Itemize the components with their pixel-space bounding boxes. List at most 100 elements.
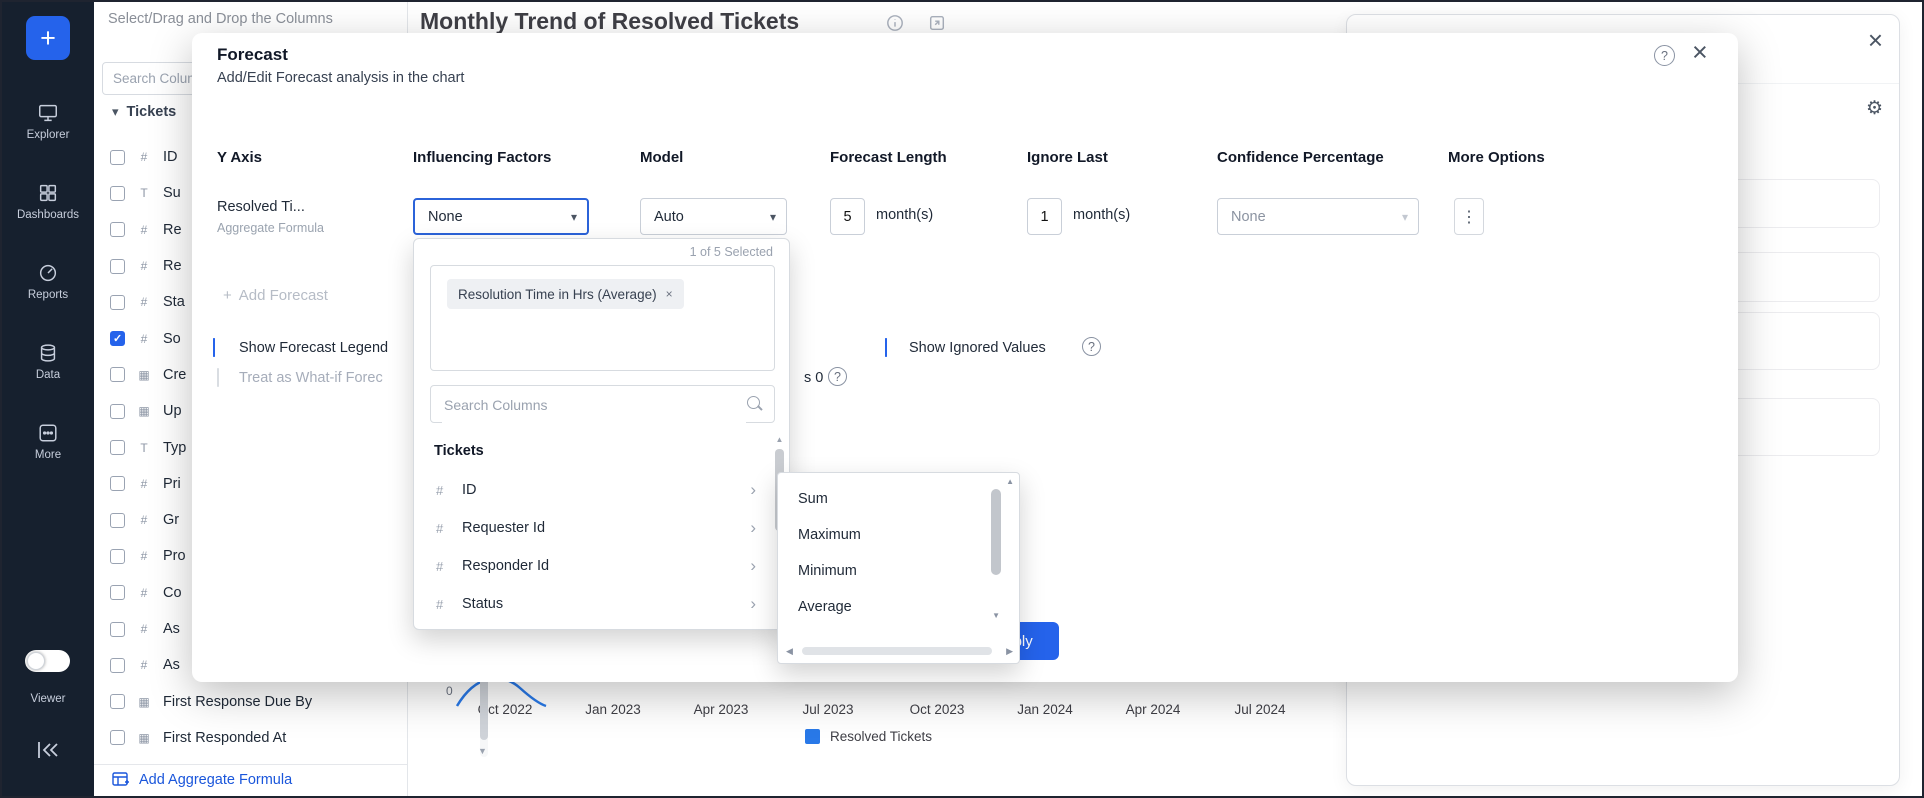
menu-item-average[interactable]: Average [778, 589, 968, 625]
close-icon[interactable]: × [1692, 39, 1708, 66]
column-row[interactable]: ▦First Response Due By [94, 683, 390, 719]
add-forecast-button[interactable]: + Add Forecast [223, 287, 328, 304]
col-header-confidence-percentage: Confidence Percentage [1217, 149, 1384, 166]
column-label: As [163, 657, 180, 673]
checkbox[interactable] [110, 513, 125, 528]
more-options-kebab-button[interactable]: ⋮ [1454, 198, 1484, 235]
x-axis-label: Jul 2024 [1234, 702, 1285, 717]
numeric-type-icon: # [136, 477, 152, 491]
checkbox[interactable] [110, 367, 125, 382]
sidebar-item-explorer[interactable]: Explorer [2, 102, 94, 141]
menu-item-sum[interactable]: Sum [778, 481, 968, 517]
dropdown-column-item[interactable]: # Requester Id › [414, 509, 774, 547]
add-forecast-label: Add Forecast [239, 287, 328, 304]
col-header-forecast-length: Forecast Length [830, 149, 947, 166]
add-aggregate-formula-button[interactable]: Add Aggregate Formula [112, 772, 292, 788]
checkbox-checked[interactable] [110, 331, 125, 346]
ignore-last-input[interactable] [1027, 198, 1062, 235]
chart-title: Monthly Trend of Resolved Tickets [420, 8, 799, 35]
sidebar-label: Data [2, 369, 94, 381]
x-axis-label: Apr 2024 [1126, 702, 1181, 717]
col-header-more-options: More Options [1448, 149, 1545, 166]
checkbox[interactable] [110, 730, 125, 745]
show-forecast-legend-checkbox[interactable] [213, 338, 215, 357]
selected-chip[interactable]: Resolution Time in Hrs (Average) × [447, 279, 684, 309]
tickets-group-label: Tickets [127, 104, 177, 120]
column-label: So [163, 331, 181, 347]
dropdown-column-item[interactable]: # ID › [414, 471, 774, 509]
sidebar-item-reports[interactable]: Reports [2, 262, 94, 301]
confidence-percentage-select[interactable]: None ▾ [1217, 198, 1419, 235]
viewer-label: Viewer [2, 693, 94, 705]
x-axis-label: Oct 2023 [910, 702, 965, 717]
database-icon [37, 342, 59, 364]
checkbox[interactable] [110, 658, 125, 673]
info-icon[interactable] [886, 14, 904, 32]
scroll-down-icon[interactable]: ▼ [478, 746, 487, 756]
scroll-left-icon[interactable]: ◀ [786, 646, 793, 657]
sidebar-item-more[interactable]: More [2, 422, 94, 461]
remove-chip-icon[interactable]: × [666, 287, 673, 301]
scroll-right-icon[interactable]: ▶ [1006, 646, 1013, 657]
scroll-up-icon[interactable]: ▲ [775, 435, 784, 444]
scrollbar-thumb[interactable] [991, 489, 1001, 575]
app-screen: Monthly Trend of Resolved Tickets Oct 20… [0, 0, 1924, 798]
column-label: Pro [163, 548, 186, 564]
checkbox[interactable] [110, 186, 125, 201]
gear-icon[interactable]: ⚙ [1866, 97, 1883, 120]
model-select[interactable]: Auto ▾ [640, 198, 787, 235]
maximize-icon[interactable] [928, 14, 946, 32]
checkbox[interactable] [110, 585, 125, 600]
forecast-length-input[interactable] [830, 198, 865, 235]
ignore-last-unit: month(s) [1073, 207, 1130, 223]
sidebar-item-data[interactable]: Data [2, 342, 94, 381]
checkbox[interactable] [110, 549, 125, 564]
app-logo-plus-button[interactable]: + [26, 16, 70, 60]
menu-item-minimum[interactable]: Minimum [778, 553, 968, 589]
dropdown-search-input[interactable] [442, 387, 746, 423]
close-icon[interactable]: × [1868, 27, 1883, 53]
viewer-toggle[interactable] [25, 650, 70, 672]
help-icon[interactable]: ? [1654, 45, 1675, 66]
checkbox[interactable] [110, 295, 125, 310]
column-label: Sta [163, 294, 185, 310]
scroll-down-icon[interactable]: ▼ [992, 611, 1000, 620]
sidebar-item-dashboards[interactable]: Dashboards [2, 182, 94, 221]
chart-legend-item[interactable]: Resolved Tickets [805, 729, 932, 744]
selected-count: 1 of 5 Selected [690, 245, 773, 259]
missing-values-label-fragment: s 0 [804, 370, 823, 386]
treat-whatif-checkbox[interactable] [217, 368, 219, 387]
help-icon[interactable]: ? [828, 367, 847, 386]
chip-label: Resolution Time in Hrs (Average) [458, 287, 657, 302]
dropdown-column-item[interactable]: # Status › [414, 585, 774, 623]
column-row[interactable]: ▦First Responded At [94, 720, 390, 756]
horizontal-scrollbar[interactable]: ◀ ▶ [786, 644, 1013, 658]
sidebar-label: Dashboards [2, 209, 94, 221]
dropdown-column-item[interactable]: # Responder Id › [414, 547, 774, 585]
checkbox[interactable] [110, 476, 125, 491]
checkbox[interactable] [110, 259, 125, 274]
checkbox[interactable] [110, 150, 125, 165]
numeric-type-icon: # [136, 223, 152, 237]
scroll-up-icon[interactable]: ▲ [1006, 477, 1014, 486]
help-icon[interactable]: ? [1082, 337, 1101, 356]
column-label: Gr [163, 512, 179, 528]
search-icon [747, 396, 760, 409]
influencing-factors-select[interactable]: None ▾ [413, 198, 589, 235]
checkbox[interactable] [110, 440, 125, 455]
col-header-ignore-last: Ignore Last [1027, 149, 1108, 166]
numeric-type-icon: # [136, 295, 152, 309]
col-header-y-axis: Y Axis [217, 149, 262, 166]
checkbox[interactable] [110, 622, 125, 637]
scrollbar-thumb[interactable] [802, 647, 992, 655]
menu-item-maximum[interactable]: Maximum [778, 517, 968, 553]
confidence-value: None [1231, 209, 1266, 225]
checkbox[interactable] [110, 694, 125, 709]
collapse-sidebar-icon[interactable] [34, 740, 60, 760]
tickets-group-toggle[interactable]: ▾ Tickets [112, 104, 176, 120]
show-ignored-values-checkbox[interactable] [885, 338, 887, 357]
column-label: Pri [163, 476, 181, 492]
aggregate-grid-icon [112, 772, 130, 788]
checkbox[interactable] [110, 404, 125, 419]
checkbox[interactable] [110, 222, 125, 237]
